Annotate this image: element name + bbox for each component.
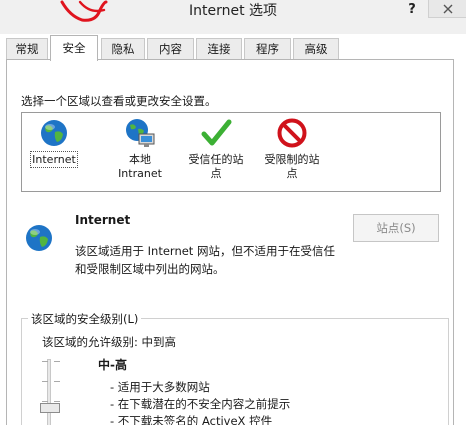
selected-zone-description: 该区域适用于 Internet 网站，但不适用于在受信任 和受限制区域中列出的网… [75, 242, 365, 278]
tab-connections[interactable]: 连接 [196, 38, 242, 60]
slider-tick [42, 361, 48, 362]
checkmark-icon [201, 119, 232, 146]
security-level-details: - 适用于大多数网站 - 在下载潜在的不安全内容之前提示 - 不下载未签名的 A… [110, 379, 290, 425]
zone-local-intranet[interactable]: 本地 Intranet [108, 117, 172, 181]
close-icon [443, 4, 453, 14]
security-level-slider-thumb[interactable] [40, 403, 60, 413]
close-button[interactable] [428, 0, 466, 18]
slider-tick [54, 401, 60, 402]
tab-advanced[interactable]: 高级 [293, 38, 339, 60]
tab-content[interactable]: 内容 [147, 38, 194, 60]
description-line: 和受限制区域中列出的网站。 [75, 262, 225, 276]
zone-internet[interactable]: Internet [26, 117, 82, 168]
slider-tick [54, 361, 60, 362]
tab-strip: 常规 安全 隐私 内容 连接 程序 高级 [0, 35, 466, 61]
security-level-name: 中-高 [98, 358, 127, 372]
security-level-group: 该区域的安全级别(L) 该区域的允许级别: 中到高 中-高 - 适用于大多数网站… [21, 311, 449, 425]
tab-programs[interactable]: 程序 [244, 38, 291, 60]
list-item: - 在下载潜在的不安全内容之前提示 [110, 397, 291, 411]
local-intranet-icon [126, 119, 155, 147]
zone-label: 受限制的站 [264, 153, 320, 166]
zone-prompt: 选择一个区域以查看或更改安全设置。 [21, 94, 217, 108]
allowed-levels-text: 该区域的允许级别: 中到高 [42, 335, 177, 349]
list-item: - 不下载未签名的 ActiveX 控件 [110, 414, 273, 425]
restricted-icon [277, 118, 307, 148]
tab-general[interactable]: 常规 [6, 38, 48, 60]
list-item: - 适用于大多数网站 [110, 380, 210, 394]
window-title: Internet 选项 [188, 3, 278, 19]
description-line: 该区域适用于 Internet 网站，但不适用于在受信任 [75, 244, 335, 258]
security-level-slider-track[interactable] [47, 359, 51, 425]
globe-icon [26, 225, 52, 251]
zone-label: 受信任的站 [188, 153, 244, 166]
zone-restricted-sites[interactable]: 受限制的站 点 [256, 117, 328, 181]
selected-zone-title: Internet [75, 213, 131, 227]
zone-label-line2: 点 [286, 167, 298, 180]
slider-tick [42, 401, 48, 402]
title-bar: Internet 选项 ? [0, 0, 466, 34]
zone-label: Internet [30, 151, 78, 168]
zone-list: Internet 本地 Intranet 受信任的站 点 受限制的站 点 [21, 112, 441, 192]
zone-trusted-sites[interactable]: 受信任的站 点 [180, 117, 252, 181]
internet-options-dialog: Internet 选项 ? 常规 安全 隐私 内容 连接 程序 高级 选择一个区… [0, 0, 466, 425]
security-level-legend: 该区域的安全级别(L) [28, 311, 142, 327]
sites-button[interactable]: 站点(S) [353, 214, 439, 242]
tab-security[interactable]: 安全 [50, 35, 98, 61]
zone-label-line2: 点 [210, 167, 222, 180]
globe-icon [41, 120, 67, 146]
help-button[interactable]: ? [404, 0, 420, 20]
tab-privacy[interactable]: 隐私 [101, 38, 145, 60]
slider-tick [42, 381, 48, 382]
security-tab-panel: 选择一个区域以查看或更改安全设置。 Internet 本地 Intranet 受… [6, 59, 454, 425]
zone-label-line2: Intranet [118, 167, 162, 180]
slider-tick [54, 381, 60, 382]
zone-label: 本地 [129, 153, 151, 166]
